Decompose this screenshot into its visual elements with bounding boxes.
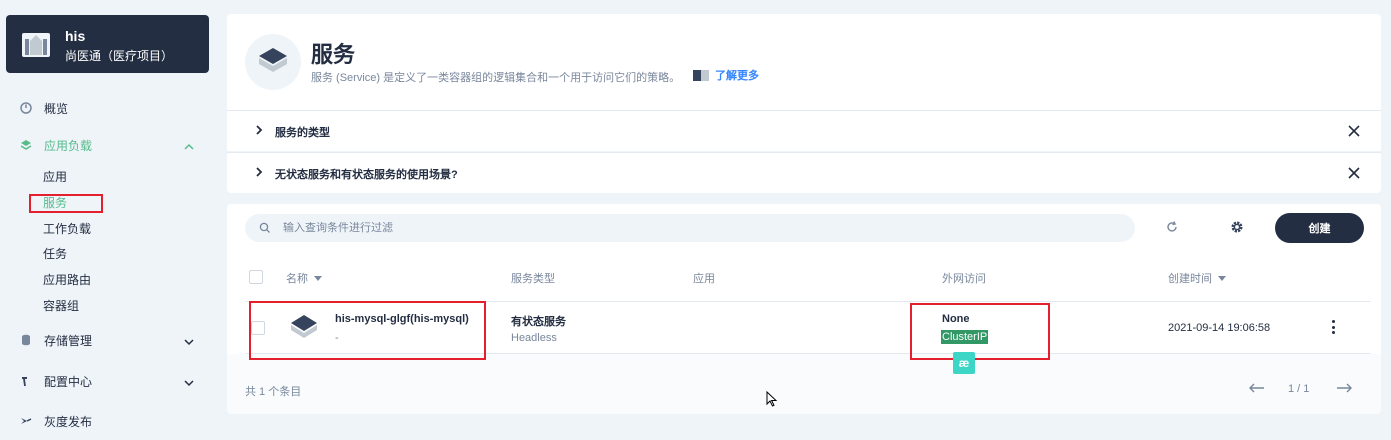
sidebar-item-label: 存储管理 — [44, 333, 93, 348]
page-header: 服务 服务 (Service) 是定义了一类容器组的逻辑集合和一个用于访问它们的… — [227, 14, 1381, 110]
sidebar-item-label: 概览 — [44, 101, 69, 116]
project-card[interactable]: his 尚医通（医疗项目） — [6, 15, 209, 73]
refresh-icon[interactable] — [1165, 220, 1179, 234]
floating-badge[interactable]: æ — [953, 352, 975, 374]
project-subtitle: 尚医通（医疗项目） — [65, 49, 174, 63]
service-type-sub: Headless — [511, 332, 557, 344]
sidebar-item-workloads[interactable]: 应用负载 — [20, 135, 92, 155]
layers-icon — [20, 139, 32, 151]
arrow-right-icon[interactable] — [1335, 382, 1353, 394]
sort-caret-icon — [1218, 275, 1226, 281]
column-header-created[interactable]: 创建时间 — [1168, 270, 1226, 286]
gear-icon[interactable] — [1230, 220, 1244, 234]
project-name: his — [65, 28, 86, 44]
cursor-icon — [766, 391, 778, 407]
service-icon — [245, 34, 301, 90]
sidebar-item-label: 灰度发布 — [44, 414, 93, 429]
column-header-app: 应用 — [693, 273, 715, 285]
sidebar-item-label: 配置中心 — [44, 374, 93, 389]
close-icon[interactable] — [1347, 124, 1361, 138]
create-button[interactable]: 创建 — [1275, 213, 1364, 243]
column-header-name[interactable]: 名称 — [286, 270, 322, 286]
sidebar-subitem-ingress[interactable]: 应用路由 — [43, 272, 91, 288]
column-header-external: 外网访问 — [942, 273, 986, 285]
project-icon — [22, 33, 50, 57]
column-header-type: 服务类型 — [511, 273, 555, 285]
service-type: 有状态服务 — [511, 316, 566, 328]
table-footer: 共 1 个条目 1 / 1 — [227, 354, 1381, 414]
chevron-down-icon[interactable] — [183, 377, 195, 389]
sidebar-item-label: 应用负载 — [44, 138, 93, 153]
search-icon — [259, 222, 270, 233]
book-icon — [693, 69, 709, 81]
faq-item[interactable]: 无状态服务和有状态服务的使用场景? — [227, 152, 1381, 193]
arrow-left-icon[interactable] — [1248, 382, 1266, 394]
faq-item[interactable]: 服务的类型 — [227, 110, 1381, 151]
more-actions-icon[interactable] — [1329, 320, 1337, 334]
search-bar[interactable] — [245, 214, 1135, 242]
sidebar-subitem-pods[interactable]: 容器组 — [43, 298, 79, 314]
sort-caret-icon — [314, 275, 322, 281]
sidebar-item-grayscale[interactable]: 灰度发布 — [20, 411, 92, 431]
sidebar-subitem-jobs[interactable]: 任务 — [43, 246, 67, 262]
page-title: 服务 — [311, 42, 356, 67]
highlight-box — [249, 301, 486, 360]
faq-question: 无状态服务和有状态服务的使用场景? — [275, 169, 458, 181]
learn-more-label: 了解更多 — [715, 70, 759, 82]
learn-more-link[interactable]: 了解更多 — [693, 67, 759, 83]
database-icon — [20, 334, 32, 346]
toolbar: 创建 — [227, 204, 1381, 252]
dashboard-icon — [20, 102, 32, 114]
close-icon[interactable] — [1347, 166, 1361, 180]
total-count: 共 1 个条目 — [245, 386, 302, 398]
highlight-box — [29, 194, 103, 213]
hammer-icon — [20, 375, 32, 387]
faq-question: 服务的类型 — [275, 127, 330, 139]
sidebar-item-overview[interactable]: 概览 — [20, 98, 68, 118]
chevron-down-icon[interactable] — [183, 336, 195, 348]
table-header: 名称 服务类型 应用 外网访问 创建时间 — [245, 264, 1371, 302]
created-time: 2021-09-14 19:06:58 — [1168, 322, 1271, 334]
sidebar-subitem-workloads[interactable]: 工作负载 — [43, 221, 91, 237]
sidebar-subitem-apps[interactable]: 应用 — [43, 169, 67, 185]
sidebar-item-storage[interactable]: 存储管理 — [20, 330, 92, 350]
chevron-right-icon[interactable] — [253, 166, 265, 178]
chevron-right-icon[interactable] — [253, 124, 265, 136]
page-indicator: 1 / 1 — [1288, 383, 1310, 395]
sidebar-item-config[interactable]: 配置中心 — [20, 371, 92, 391]
highlight-box — [910, 303, 1050, 360]
page-description: 服务 (Service) 是定义了一类容器组的逻辑集合和一个用于访问它们的策略。 — [311, 72, 681, 84]
search-input[interactable] — [283, 222, 1083, 234]
bird-icon — [20, 415, 32, 427]
chevron-up-icon[interactable] — [183, 141, 195, 153]
select-all-checkbox[interactable] — [249, 270, 263, 284]
